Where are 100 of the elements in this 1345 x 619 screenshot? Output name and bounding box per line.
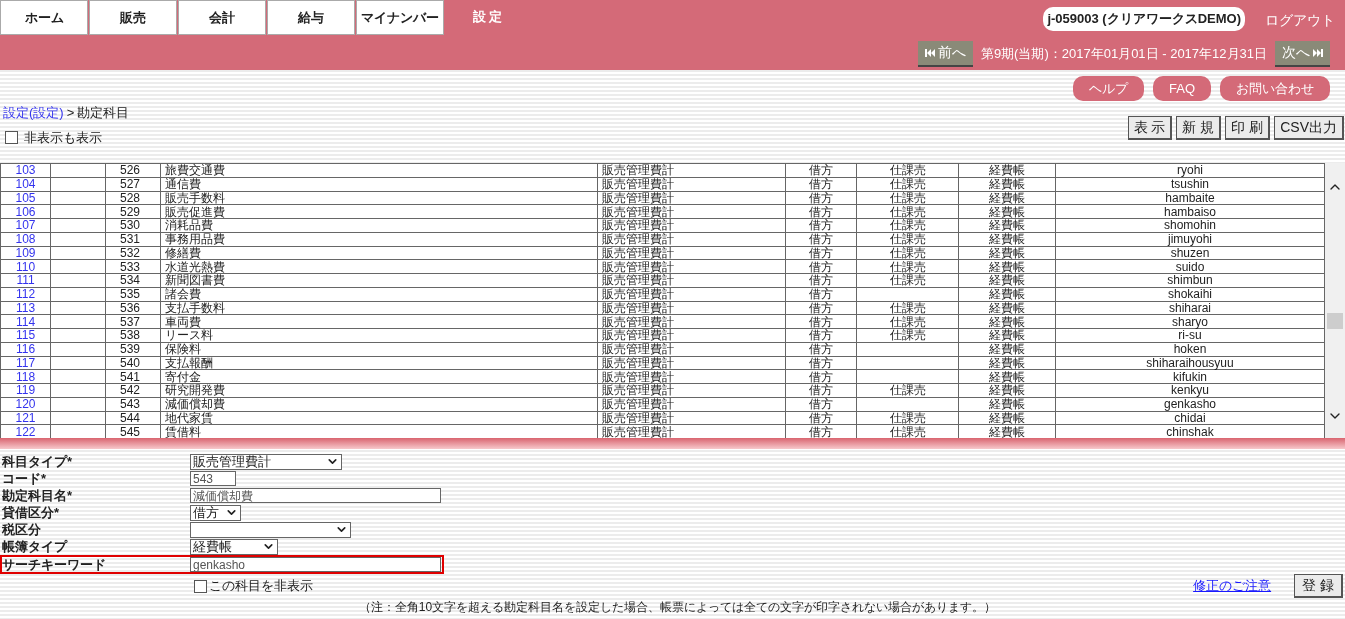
ledger-cell: 経費帳	[958, 204, 1056, 219]
row-number-link[interactable]: 114	[0, 314, 51, 329]
row-number-link[interactable]: 112	[0, 287, 51, 301]
row-number-link[interactable]: 105	[0, 191, 51, 205]
row-number-link[interactable]: 115	[0, 328, 51, 343]
code-cell: 543	[105, 397, 161, 411]
select-field[interactable]	[190, 521, 351, 538]
previous-button[interactable]: 前へ	[917, 40, 973, 67]
ledger-cell: 経費帳	[958, 411, 1056, 425]
note-text: （注：全角10文字を超える勘定科目名を設定した場合、帳票によっては全ての文字が印字されない場合があります。）	[357, 599, 997, 616]
account-name-cell: リース料	[160, 328, 598, 343]
select-field[interactable]: 経費帳	[190, 538, 278, 555]
nav-tab[interactable]: ホーム	[0, 0, 88, 35]
account-name-cell: 事務用品費	[160, 232, 598, 246]
ledger-cell: 経費帳	[958, 177, 1056, 191]
type-cell: 販売管理費計	[597, 191, 786, 205]
ledger-cell: 経費帳	[958, 218, 1056, 233]
keyword-cell: hambaite	[1055, 191, 1325, 205]
type-cell: 販売管理費計	[597, 204, 786, 219]
account-name-cell: 減価償却費	[160, 397, 598, 411]
field-label: 帳簿タイプ	[2, 537, 69, 556]
type-cell: 販売管理費計	[597, 383, 786, 398]
nav-tab[interactable]: マイナンバー	[356, 0, 444, 35]
keyword-cell: hoken	[1055, 342, 1325, 356]
type-cell: 販売管理費計	[597, 301, 786, 315]
toolbar-button[interactable]: 印 刷	[1225, 116, 1271, 140]
side-cell: 借方	[785, 342, 857, 356]
tax-cell: 仕課売	[856, 273, 959, 288]
row-number-link[interactable]: 110	[0, 259, 51, 274]
toolbar-button[interactable]: CSV出力	[1274, 116, 1344, 140]
row-number-link[interactable]: 121	[0, 411, 51, 425]
select-field[interactable]: 借方	[190, 504, 241, 521]
side-cell: 借方	[785, 259, 857, 274]
account-name-cell: 地代家賃	[160, 411, 598, 425]
row-number-link[interactable]: 119	[0, 383, 51, 398]
tax-cell: 仕課売	[856, 218, 959, 233]
side-cell: 借方	[785, 314, 857, 329]
checkbox[interactable]	[194, 579, 207, 593]
select-field[interactable]: 販売管理費計	[190, 453, 342, 470]
breadcrumb-link[interactable]: 設定(設定)	[3, 103, 64, 123]
input-field[interactable]: genkasho	[190, 557, 441, 572]
nav-tab[interactable]: 会計	[178, 0, 266, 35]
tax-cell: 仕課売	[856, 411, 959, 425]
checkbox[interactable]	[5, 130, 18, 144]
input-field[interactable]: 減価償却費	[190, 488, 441, 503]
keyword-cell: genkasho	[1055, 397, 1325, 411]
side-cell: 借方	[785, 301, 857, 315]
keyword-cell: shimbun	[1055, 273, 1325, 288]
type-cell: 販売管理費計	[597, 328, 786, 343]
register-button[interactable]: 登 録	[1294, 574, 1343, 598]
code-cell: 526	[105, 163, 161, 178]
type-cell: 販売管理費計	[597, 177, 786, 191]
keyword-cell: shiharaihousyuu	[1055, 356, 1325, 370]
account-name-cell: 車両費	[160, 314, 598, 329]
ledger-cell: 経費帳	[958, 328, 1056, 343]
row-number-link[interactable]: 107	[0, 218, 51, 233]
row-number-link[interactable]: 109	[0, 246, 51, 260]
account-name-cell: 支払手数料	[160, 301, 598, 315]
keyword-cell: shiharai	[1055, 301, 1325, 315]
type-cell: 販売管理費計	[597, 287, 786, 301]
row-number-link[interactable]: 106	[0, 204, 51, 219]
code-cell: 536	[105, 301, 161, 315]
row-number-link[interactable]: 118	[0, 369, 51, 384]
next-button[interactable]: 次へ	[1275, 40, 1330, 67]
scrollbar[interactable]	[1325, 163, 1345, 438]
code-cell: 541	[105, 369, 161, 384]
side-cell: 借方	[785, 411, 857, 425]
toolbar-button[interactable]: 新 規	[1176, 116, 1222, 140]
ledger-cell: 経費帳	[958, 259, 1056, 274]
code-cell: 533	[105, 259, 161, 274]
checkbox-label: 非表示も表示	[24, 128, 102, 147]
code-cell: 528	[105, 191, 161, 205]
caution-link[interactable]: 修正のご注意	[1193, 576, 1272, 596]
row-number-link[interactable]: 111	[0, 273, 51, 288]
row-number-link[interactable]: 104	[0, 177, 51, 191]
code-cell: 530	[105, 218, 161, 233]
row-number-link[interactable]: 103	[0, 163, 51, 178]
code-cell: 531	[105, 232, 161, 246]
toolbar-button[interactable]: 表 示	[1127, 116, 1173, 140]
nav-tab[interactable]: 給与	[267, 0, 355, 35]
row-number-link[interactable]: 108	[0, 232, 51, 246]
side-cell: 借方	[785, 232, 857, 246]
breadcrumb-current: 勘定科目	[77, 104, 130, 122]
row-number-link[interactable]: 113	[0, 301, 51, 315]
input-field[interactable]: 543	[190, 471, 236, 486]
scroll-thumb[interactable]	[1327, 313, 1343, 329]
account-name-cell: 販売促進費	[160, 204, 598, 219]
row-number-link[interactable]: 116	[0, 342, 51, 356]
ledger-cell: 経費帳	[958, 232, 1056, 246]
field-label: 科目タイプ*	[2, 452, 74, 471]
row-number-link[interactable]: 117	[0, 356, 51, 370]
row-number-link[interactable]: 120	[0, 397, 51, 411]
account-name-cell: 諸会費	[160, 287, 598, 301]
nav-tab[interactable]: 販売	[89, 0, 177, 35]
code-cell: 539	[105, 342, 161, 356]
side-cell: 借方	[785, 191, 857, 205]
account-name-cell: 研究開発費	[160, 383, 598, 398]
field-label: 勘定科目名*	[2, 486, 74, 505]
side-cell: 借方	[785, 246, 857, 260]
side-cell: 借方	[785, 356, 857, 370]
